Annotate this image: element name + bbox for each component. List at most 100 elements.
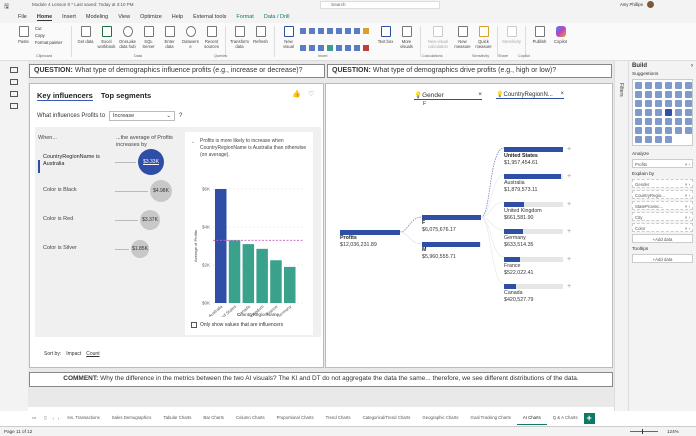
tree-node-country[interactable]: + France $522,022.41: [504, 256, 576, 277]
explain-field-well[interactable]: Color × ›: [632, 223, 693, 232]
page-tab[interactable]: Geographic Charts: [416, 411, 464, 425]
model-view-icon[interactable]: [10, 91, 18, 97]
visual-type-icon[interactable]: [675, 91, 682, 98]
menu-file[interactable]: File: [18, 14, 27, 20]
page-tab[interactable]: Bar Charts: [197, 411, 230, 425]
visual-type-icon[interactable]: [655, 118, 662, 125]
tree-node-country[interactable]: + United Kingdom $661,581.90: [504, 201, 576, 222]
page-tab[interactable]: Tabular Charts: [157, 411, 197, 425]
zoom-level[interactable]: 124%: [667, 429, 679, 434]
visual-type-icon[interactable]: [665, 118, 672, 125]
visual-type-icon[interactable]: [675, 109, 682, 116]
influencers-only-checkbox[interactable]: [191, 322, 197, 328]
visual-type-icon[interactable]: [665, 91, 672, 98]
tree-node-root[interactable]: Profits $12,036,231.89: [340, 230, 400, 249]
tree-node-country[interactable]: + Germany $633,514.35: [504, 228, 576, 249]
influencer-label[interactable]: Color is Silver: [43, 245, 113, 252]
thumbs-up-icon[interactable]: 👍: [292, 90, 301, 98]
sort-count[interactable]: Count: [86, 351, 99, 357]
page-tab[interactable]: Proportional Charts: [271, 411, 320, 425]
decomposition-tree-visual[interactable]: 💡Gender × F 💡CountryRegionN... × Profits $1…: [325, 83, 613, 368]
visual-type-icon[interactable]: [685, 82, 692, 89]
visual-type-icon[interactable]: [645, 91, 652, 98]
back-arrow-icon[interactable]: ←: [191, 139, 196, 145]
report-view-icon[interactable]: [10, 67, 18, 73]
expand-plus-icon[interactable]: +: [567, 228, 571, 235]
visual-type-icon[interactable]: [645, 136, 652, 143]
visual-type-icon[interactable]: [635, 136, 642, 143]
page-tab[interactable]: Sales Demographics: [106, 411, 158, 425]
menu-optimize[interactable]: Optimize: [140, 14, 162, 20]
excel-button[interactable]: Excel workbook: [97, 23, 116, 60]
menu-external-tools[interactable]: External tools: [193, 14, 226, 20]
menu-home[interactable]: Home: [36, 14, 53, 21]
visual-type-icon[interactable]: [675, 100, 682, 107]
menu-insert[interactable]: Insert: [62, 14, 76, 20]
tab-top-segments[interactable]: Top segments: [101, 91, 151, 101]
remove-icon[interactable]: × ›: [685, 182, 690, 187]
visual-type-icon[interactable]: [645, 118, 652, 125]
visual-type-icon[interactable]: [645, 100, 652, 107]
explain-field-well[interactable]: StateProvinc... × ›: [632, 201, 693, 210]
visual-type-icon[interactable]: [645, 127, 652, 134]
add-page-button[interactable]: +: [583, 412, 595, 424]
visual-type-icon[interactable]: [655, 136, 662, 143]
cut-button[interactable]: Cut: [35, 26, 67, 31]
influencer-bubble[interactable]: $4.98K: [150, 180, 172, 202]
remove-icon[interactable]: × ›: [685, 204, 690, 209]
dax-view-icon[interactable]: [10, 103, 18, 109]
influencer-label[interactable]: Color is Red: [43, 216, 113, 223]
expand-plus-icon[interactable]: +: [567, 256, 571, 263]
visual-type-icon[interactable]: [675, 127, 682, 134]
visual-type-icon[interactable]: [685, 109, 692, 116]
visual-type-icon[interactable]: [645, 109, 652, 116]
visual-type-icon[interactable]: [685, 127, 692, 134]
page-tab[interactable]: Q & A Charts: [547, 411, 584, 425]
visual-type-icon[interactable]: [675, 82, 682, 89]
visual-type-icon[interactable]: [665, 100, 672, 107]
menu-help[interactable]: Help: [172, 14, 183, 20]
visual-type-icon[interactable]: [685, 118, 692, 125]
expand-plus-icon[interactable]: +: [567, 146, 571, 153]
visual-type-icon[interactable]: [655, 127, 662, 134]
more-visuals-button[interactable]: More visuals: [397, 23, 416, 60]
publish-button[interactable]: Publish: [530, 23, 549, 60]
menu-data-drill[interactable]: Data / Drill: [264, 14, 290, 20]
increase-dropdown[interactable]: Increase ⌄: [109, 111, 176, 121]
refresh-button[interactable]: Refresh: [251, 23, 270, 60]
visual-type-icon[interactable]: [665, 127, 672, 134]
avatar[interactable]: [647, 1, 654, 8]
help-icon[interactable]: ?: [179, 113, 182, 119]
key-influencers-visual[interactable]: Key influencers Top segments 👍 ♡ What in…: [29, 83, 324, 368]
remove-icon[interactable]: × ›: [685, 215, 690, 220]
tree-node-country[interactable]: + Australia $1,879,573.11: [504, 173, 576, 194]
visual-type-icon[interactable]: [665, 136, 672, 143]
expand-plus-icon[interactable]: +: [567, 201, 571, 208]
visual-type-icon[interactable]: [645, 82, 652, 89]
dataverse-button[interactable]: Dataverse: [181, 23, 200, 60]
copilot-button[interactable]: Copilot: [551, 23, 570, 60]
explain-field-well[interactable]: City × ›: [632, 212, 693, 221]
influencer-label[interactable]: Color is Black: [43, 187, 113, 194]
visualization-gallery[interactable]: [632, 79, 693, 146]
search-input[interactable]: Search: [320, 1, 440, 9]
enter-data-button[interactable]: Enter data: [160, 23, 179, 60]
menu-modeling[interactable]: Modeling: [86, 14, 108, 20]
visual-type-icon[interactable]: [635, 109, 642, 116]
paste-button[interactable]: Paste: [14, 23, 33, 60]
tab-key-influencers[interactable]: Key influencers: [37, 91, 93, 101]
page-tab[interactable]: Categorical/Trend Charts: [357, 411, 417, 425]
visual-gallery[interactable]: [300, 23, 374, 60]
visual-type-icon[interactable]: [635, 118, 642, 125]
remove-icon[interactable]: × ›: [685, 162, 690, 167]
visual-type-icon[interactable]: [635, 91, 642, 98]
influencer-bubble[interactable]: $3.37K: [140, 210, 160, 230]
new-measure-button[interactable]: New measure: [453, 23, 472, 60]
visual-type-icon[interactable]: [675, 118, 682, 125]
visual-type-icon[interactable]: [665, 82, 672, 89]
influencer-bubble[interactable]: $3.33K: [138, 149, 164, 175]
remove-icon[interactable]: × ›: [685, 226, 690, 231]
visual-type-icon[interactable]: [665, 109, 672, 116]
influencer-label[interactable]: CountryRegionName is Australia: [43, 154, 113, 168]
menu-format[interactable]: Format: [236, 14, 253, 20]
